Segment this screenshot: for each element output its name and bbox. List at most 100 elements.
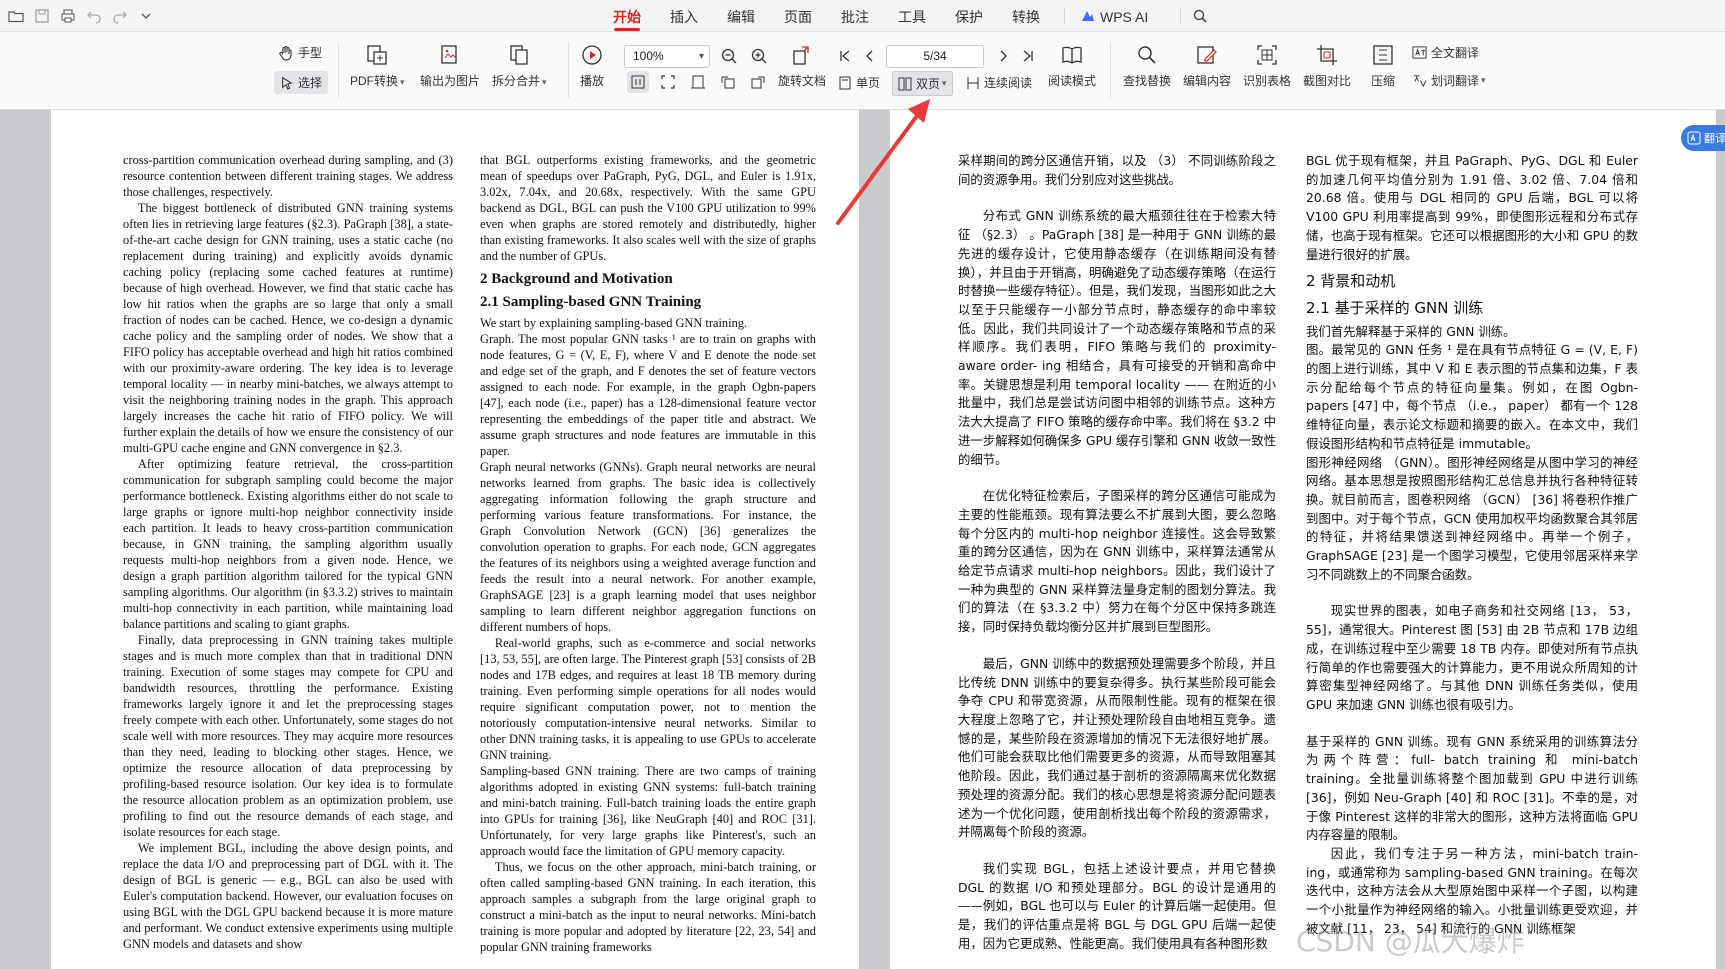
menu-wps-ai[interactable]: WPS AI: [1100, 7, 1148, 27]
menu-home[interactable]: 开始: [613, 7, 641, 27]
menu-convert[interactable]: 转换: [1012, 7, 1040, 27]
paragraph: 最后，GNN 训练中的数据预处理需要多个阶段，并且比传统 DNN 训练中的要复杂…: [958, 655, 1276, 840]
next-page-icon[interactable]: [992, 45, 1014, 67]
paragraph: 图。最常见的 GNN 任务 ¹ 是在具有节点特征 G = (V, E, F) 的…: [1306, 342, 1638, 451]
menu-annotate[interactable]: 批注: [841, 7, 869, 27]
english-column-1: cross-partition communication overhead d…: [123, 152, 453, 952]
double-page-label: 双页: [916, 77, 941, 91]
page-number-input[interactable]: 5/34: [886, 45, 984, 68]
pdf-page-chinese: 采样期间的跨分区通信开销，以及 （3） 不同训练阶段之间的资源争用。我们分别应对…: [890, 110, 1716, 969]
pdf-convert-icon: [367, 45, 387, 65]
play-icon: [582, 45, 602, 65]
menu-insert[interactable]: 插入: [670, 7, 698, 27]
edit-content-button[interactable]: 编辑内容: [1183, 40, 1231, 89]
subsection-heading: 2.1 Sampling-based GNN Training: [480, 294, 702, 310]
paragraph: 基于采样的 GNN 训练。现有 GNN 系统采用的训练算法分为两个阵营：full…: [1306, 733, 1638, 843]
chinese-column-2: BGL 优于现有框架，并且 PaGraph、PyG、DGL 和 Euler 的加…: [1306, 152, 1638, 938]
paragraph: Thus, we focus on the other approach, mi…: [480, 860, 816, 954]
export-image-label: 输出为图片: [420, 74, 481, 88]
split-merge-button[interactable]: 拆分合并 ▾: [492, 40, 547, 89]
rotate-document-icon: [793, 46, 809, 65]
hand-icon: [279, 45, 292, 61]
search-icon[interactable]: [1190, 6, 1210, 26]
rotate-left-icon[interactable]: [717, 71, 739, 93]
screenshot-compare-icon: [1317, 45, 1337, 65]
fit-width-icon[interactable]: [687, 71, 709, 93]
find-replace-button[interactable]: 查找替换: [1123, 40, 1171, 89]
last-page-icon[interactable]: [1017, 45, 1039, 67]
recognize-table-button[interactable]: 识别表格: [1243, 40, 1291, 89]
paragraph: BGL 优于现有框架，并且 PaGraph、PyG、DGL 和 Euler 的加…: [1306, 153, 1638, 262]
pdf-convert-label: PDF转换: [350, 74, 399, 88]
previous-page-icon[interactable]: [859, 45, 881, 67]
menu-tools[interactable]: 工具: [898, 7, 926, 27]
reading-mode-button[interactable]: 阅读模式: [1048, 40, 1096, 89]
paragraph: Finally, data preprocessing in GNN train…: [123, 633, 453, 839]
cursor-icon: [282, 76, 293, 90]
translate-icon: [1687, 131, 1701, 145]
pdf-convert-button[interactable]: PDF转换 ▾: [350, 40, 405, 89]
fit-page-icon[interactable]: [657, 71, 679, 93]
paragraph: Sampling-based GNN training. There are t…: [480, 764, 816, 858]
zoom-in-icon[interactable]: [748, 45, 770, 67]
menu-protect[interactable]: 保护: [955, 7, 983, 27]
chevron-down-icon[interactable]: [136, 6, 156, 26]
select-tool-label: 选择: [298, 76, 323, 90]
chinese-column-1: 采样期间的跨分区通信开销，以及 （3） 不同训练阶段之间的资源争用。我们分别应对…: [958, 152, 1276, 953]
play-label: 播放: [580, 74, 605, 88]
double-page-icon: [898, 77, 912, 90]
translate-icon: [1412, 46, 1427, 59]
active-tab-indicator: [614, 28, 640, 31]
rotate-document-label: 旋转文档: [778, 74, 827, 88]
save-icon[interactable]: [32, 6, 52, 26]
compress-label: 压缩: [1371, 74, 1396, 88]
recognize-table-icon: [1257, 45, 1277, 65]
export-image-icon: [441, 45, 457, 64]
hand-tool[interactable]: 手型: [278, 44, 322, 61]
edit-content-label: 编辑内容: [1183, 74, 1232, 88]
word-translate-icon: [1413, 75, 1427, 88]
paragraph: 图形神经网络 （GNN）。图形神经网络是从图中学习的神经网络。基本思想是按照图形…: [1306, 454, 1638, 582]
zoom-select[interactable]: 100% ▾: [624, 45, 710, 68]
paragraph: cross-partition communication overhead d…: [123, 153, 453, 199]
open-folder-icon[interactable]: [6, 6, 26, 26]
first-page-icon[interactable]: [834, 45, 856, 67]
double-page-button[interactable]: 双页 ▾: [892, 71, 953, 96]
print-icon[interactable]: [58, 6, 78, 26]
translate-float-label: 翻译: [1704, 133, 1725, 145]
redo-icon[interactable]: [110, 6, 130, 26]
undo-icon[interactable]: [84, 6, 104, 26]
menu-separator: [1180, 8, 1181, 24]
translate-float-button[interactable]: 翻译: [1681, 125, 1725, 151]
hand-tool-label: 手型: [298, 46, 323, 60]
paragraph: After optimizing feature retrieval, the …: [123, 457, 453, 631]
export-image-button[interactable]: 输出为图片: [420, 40, 480, 89]
actual-size-icon[interactable]: [627, 71, 649, 93]
compress-icon: [1373, 45, 1393, 65]
menu-edit[interactable]: 编辑: [727, 7, 755, 27]
screenshot-compare-label: 截图对比: [1303, 74, 1352, 88]
single-page-button[interactable]: 单页: [838, 74, 880, 91]
single-page-label: 单页: [856, 76, 881, 90]
menu-separator: [1064, 8, 1065, 24]
rotate-right-icon[interactable]: [747, 71, 769, 93]
paragraph: Graph. The most popular GNN tasks ¹ are …: [480, 332, 816, 458]
find-replace-icon: [1138, 46, 1156, 64]
split-merge-label: 拆分合并: [492, 74, 541, 88]
english-column-2: that BGL outperforms existing frameworks…: [480, 152, 816, 955]
document-view[interactable]: cross-partition communication overhead d…: [0, 110, 1725, 969]
menu-page[interactable]: 页面: [784, 7, 812, 27]
full-translate-button[interactable]: 全文翻译: [1412, 44, 1479, 61]
screenshot-compare-button[interactable]: 截图对比: [1303, 40, 1351, 89]
edit-content-icon: [1197, 46, 1217, 64]
play-button[interactable]: 播放: [580, 40, 604, 89]
menu-bar: 开始 插入 编辑 页面 批注 工具 保护 转换 WPS AI: [0, 0, 1725, 32]
toolbar-separator: [1110, 42, 1111, 98]
word-translate-button[interactable]: 划词翻译 ▾: [1412, 72, 1486, 89]
watermark: CSDN @瓜大爆炸: [1296, 925, 1525, 958]
compress-button[interactable]: 压缩: [1371, 40, 1395, 89]
continuous-reading-button[interactable]: 连续阅读: [966, 74, 1032, 91]
rotate-document-button[interactable]: 旋转文档: [778, 40, 826, 89]
zoom-out-icon[interactable]: [718, 45, 740, 67]
select-tool[interactable]: 选择: [274, 71, 329, 94]
